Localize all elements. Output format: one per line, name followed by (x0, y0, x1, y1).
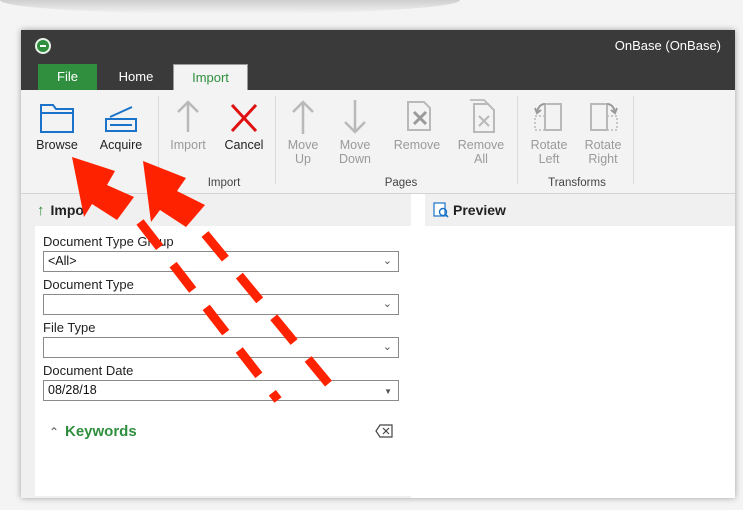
document-date-label: Document Date (43, 363, 134, 378)
move-down-label: Move Down (331, 138, 379, 166)
import-pane: ↑ Impo Document Type Group <All> ⌄ Docume… (21, 194, 411, 498)
group-label-pages: Pages (384, 177, 418, 189)
window-title: OnBase (OnBase) (614, 38, 721, 53)
move-up-button[interactable]: Move Up (279, 98, 327, 170)
import-button[interactable]: Import (163, 98, 213, 170)
import-pane-title: Impo (50, 202, 84, 218)
arrow-up-icon (163, 98, 213, 138)
rotate-left-label: Rotate Left (523, 138, 575, 166)
move-down-button[interactable]: Move Down (331, 98, 379, 170)
move-down-label-line2: Down (339, 152, 371, 166)
app-window: OnBase (OnBase) File Home Import Browse (21, 30, 735, 498)
ribbon: Browse Acquire Im Import Cancel Import M… (21, 90, 735, 194)
rotate-left-button[interactable]: Rotate Left (523, 98, 575, 170)
document-type-label: Document Type (43, 277, 134, 292)
group-label-transforms: Transforms (548, 177, 606, 189)
group-separator (633, 96, 634, 184)
remove-all-pages-icon (453, 98, 509, 138)
document-type-group-label: Document Type Group (43, 234, 174, 249)
import-form: Document Type Group <All> ⌄ Document Typ… (35, 226, 411, 496)
remove-all-label: Remove All (453, 138, 509, 166)
chevron-down-icon: ⌄ (382, 298, 392, 310)
clear-keywords-icon[interactable] (375, 424, 393, 438)
document-type-group-value: <All> (48, 254, 77, 268)
remove-all-label-line1: Remove (457, 138, 505, 152)
move-up-label-line2: Up (295, 152, 311, 166)
rotate-right-label: Rotate Right (577, 138, 629, 166)
remove-label: Remove (393, 138, 441, 152)
tab-import[interactable]: Import (173, 64, 248, 90)
rotate-right-icon (577, 98, 629, 138)
chevron-down-icon: ⌄ (382, 341, 392, 353)
file-type-select[interactable]: ⌄ (43, 337, 399, 358)
onbase-logo-icon (35, 38, 51, 54)
remove-button[interactable]: Remove (389, 98, 445, 170)
chevron-down-icon: ⌄ (382, 255, 392, 267)
move-down-label-line1: Move (339, 138, 371, 152)
group-label-import: Import (207, 177, 241, 189)
rotate-left-icon (523, 98, 575, 138)
rotate-right-label-line1: Rotate (584, 138, 622, 152)
title-bar: OnBase (OnBase) (21, 30, 735, 62)
document-type-select[interactable]: ⌄ (43, 294, 399, 315)
remove-all-button[interactable]: Remove All (453, 98, 509, 170)
acquire-label: Acquire (99, 138, 143, 152)
arrow-down-icon (331, 98, 379, 138)
import-pane-header: ↑ Impo (37, 194, 84, 226)
acquire-button[interactable]: Acquire (93, 98, 149, 170)
remove-page-icon (389, 98, 445, 138)
double-chevron-up-icon: ⌃ (49, 425, 60, 439)
move-up-label: Move Up (279, 138, 327, 166)
group-separator (158, 96, 159, 184)
tab-file[interactable]: File (38, 64, 97, 90)
import-label: Import (170, 138, 206, 152)
document-type-group-select[interactable]: <All> ⌄ (43, 251, 399, 272)
close-x-icon (219, 98, 269, 138)
group-separator (517, 96, 518, 184)
file-type-label: File Type (43, 320, 96, 335)
preview-pane: Preview (425, 194, 735, 498)
folder-icon (31, 98, 83, 138)
browse-label: Browse (36, 138, 78, 152)
document-date-value: 08/28/18 (48, 383, 97, 397)
tab-home[interactable]: Home (106, 64, 166, 90)
preview-icon (433, 202, 449, 218)
cancel-button[interactable]: Cancel (219, 98, 269, 170)
group-label-import-first: Im (84, 177, 98, 189)
rotate-right-label-line2: Right (588, 152, 618, 166)
rotate-left-label-line1: Rotate (530, 138, 568, 152)
rotate-left-label-line2: Left (538, 152, 560, 166)
rotate-right-button[interactable]: Rotate Right (577, 98, 629, 170)
keywords-title: Keywords (65, 423, 137, 440)
keywords-section-header[interactable]: ⌃ Keywords (43, 422, 399, 444)
move-up-label-line1: Move (287, 138, 319, 152)
ribbon-tabs: File Home Import (21, 62, 735, 90)
preview-title: Preview (453, 202, 506, 218)
group-separator (275, 96, 276, 184)
document-date-picker[interactable]: 08/28/18 ▼ (43, 380, 399, 401)
scanner-icon (93, 98, 149, 138)
browse-button[interactable]: Browse (31, 98, 83, 170)
preview-pane-header: Preview (425, 194, 735, 226)
remove-all-label-line2: All (474, 152, 488, 166)
import-arrow-icon: ↑ (37, 202, 45, 219)
cancel-label: Cancel (224, 138, 264, 152)
arrow-up-icon (279, 98, 327, 138)
dropdown-triangle-icon: ▼ (384, 387, 392, 396)
